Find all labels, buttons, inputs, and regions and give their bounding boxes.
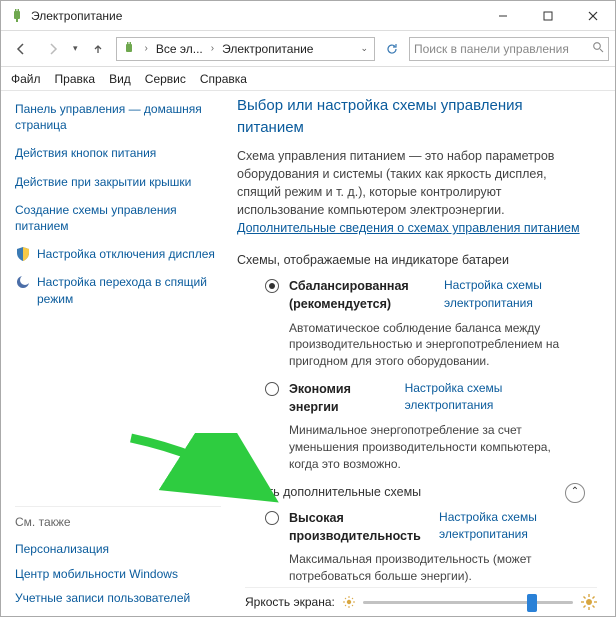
brightness-row: Яркость экрана: [245,587,597,610]
learn-more-link[interactable]: Дополнительные сведения о схемах управле… [237,221,580,235]
close-button[interactable] [570,1,615,31]
sidebar-mobility-center[interactable]: Центр мобильности Windows [15,566,221,582]
plan-balanced-radio[interactable] [265,279,279,293]
menu-file[interactable]: Файл [11,72,41,86]
plan-powersaver-radio[interactable] [265,382,279,396]
plan-balanced-name: Сбалансированная (рекомендуется) [289,277,434,313]
up-button[interactable] [84,36,112,62]
search-box[interactable] [409,37,609,61]
chevron-down-icon[interactable]: ⌄ [358,43,370,54]
hide-additional-label: Скрыть дополнительные схемы [237,483,421,501]
plan-powersaver-desc: Минимальное энергопотребление за счет ум… [289,422,579,472]
see-also-heading: См. также [15,506,221,529]
sun-large-icon [581,594,597,610]
chevron-up-icon: ⌃ [571,485,579,500]
search-input[interactable] [414,42,592,56]
plan-balanced-desc: Автоматическое соблюдение баланса между … [289,320,579,370]
forward-button[interactable] [39,36,67,62]
power-options-icon [9,8,25,24]
plan-powersaver: Экономия энергии Настройка схемы электро… [265,380,585,473]
brightness-label: Яркость экрана: [245,595,335,609]
sun-small-icon [343,596,355,608]
page-title: Выбор или настройка схемы управления пит… [237,95,585,139]
maximize-button[interactable] [525,1,570,31]
refresh-button[interactable] [379,37,405,61]
main-panel: Выбор или настройка схемы управления пит… [231,91,615,616]
navbar: ▾ › Все эл... › Электропитание ⌄ [1,31,615,67]
plan-high-performance: Высокая производительность Настройка схе… [265,509,585,585]
hide-additional-row: Скрыть дополнительные схемы ⌃ [237,483,585,503]
shield-icon [15,246,31,262]
breadcrumb-item[interactable]: Все эл... [156,42,203,56]
sidebar-display-off[interactable]: Настройка отключения дисплея [15,246,221,262]
battery-plans-label: Схемы, отображаемые на индикаторе батаре… [237,251,585,269]
sidebar: Панель управления — домашняя страница Де… [1,91,231,616]
brightness-slider-thumb[interactable] [527,594,537,612]
power-options-icon [121,41,137,57]
sidebar-personalization[interactable]: Персонализация [15,541,221,557]
sidebar-create-plan[interactable]: Создание схемы управления питанием [15,202,221,234]
menu-view[interactable]: Вид [109,72,131,86]
page-description: Схема управления питанием — это набор па… [237,147,585,238]
plan-high-performance-desc: Максимальная производительность (может п… [289,551,579,585]
minimize-button[interactable] [480,1,525,31]
titlebar: Электропитание [1,1,615,31]
brightness-slider[interactable] [363,601,573,604]
sidebar-lid-action[interactable]: Действие при закрытии крышки [15,174,221,190]
sidebar-power-buttons[interactable]: Действия кнопок питания [15,145,221,161]
sidebar-user-accounts[interactable]: Учетные записи пользователей [15,590,221,606]
back-button[interactable] [7,36,35,62]
menu-service[interactable]: Сервис [145,72,186,86]
plan-high-performance-settings-link[interactable]: Настройка схемы электропитания [439,509,579,544]
history-dropdown-icon[interactable]: ▾ [71,43,80,54]
moon-icon [15,274,31,290]
plan-high-performance-name: Высокая производительность [289,509,429,545]
plan-high-performance-radio[interactable] [265,511,279,525]
menu-help[interactable]: Справка [200,72,247,86]
chevron-right-icon[interactable]: › [207,43,218,54]
sidebar-sleep[interactable]: Настройка перехода в спящий режим [15,274,221,306]
window-title: Электропитание [31,9,480,23]
plan-powersaver-settings-link[interactable]: Настройка схемы электропитания [405,380,579,415]
menu-edit[interactable]: Правка [55,72,96,86]
plan-balanced-settings-link[interactable]: Настройка схемы электропитания [444,277,579,312]
breadcrumb[interactable]: › Все эл... › Электропитание ⌄ [116,37,375,61]
collapse-toggle[interactable]: ⌃ [565,483,585,503]
menubar: Файл Правка Вид Сервис Справка [1,67,615,91]
search-icon [592,41,604,56]
sidebar-home[interactable]: Панель управления — домашняя страница [15,101,221,133]
breadcrumb-item[interactable]: Электропитание [222,42,313,56]
plan-powersaver-name: Экономия энергии [289,380,395,416]
chevron-right-icon[interactable]: › [141,43,152,54]
plan-balanced: Сбалансированная (рекомендуется) Настрой… [265,277,585,370]
